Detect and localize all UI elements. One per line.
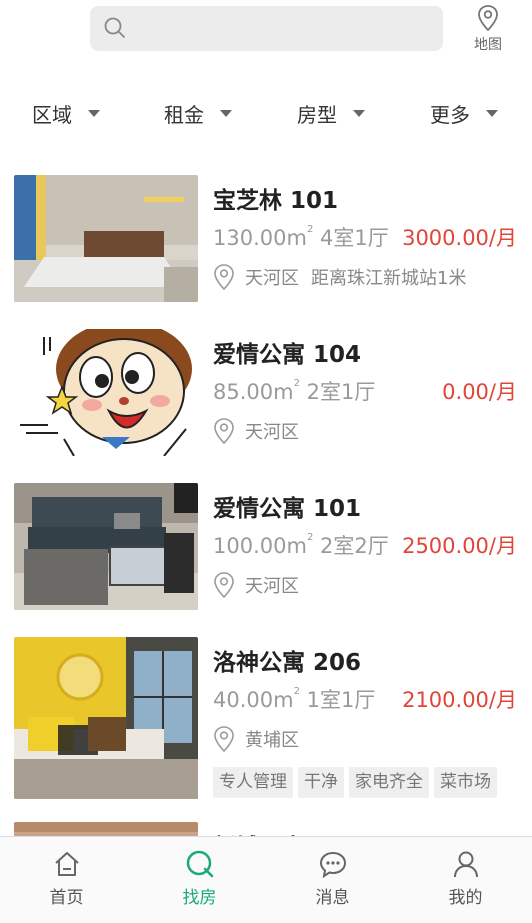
listing-photo	[14, 483, 198, 610]
filter-more[interactable]: 更多	[430, 92, 498, 134]
home-icon	[54, 852, 79, 876]
listing-layout: 2室2厅	[320, 534, 389, 558]
listing-district: 天河区	[245, 268, 299, 289]
listing-district: 天河区	[245, 422, 299, 443]
listing-photo	[14, 822, 198, 836]
listing-title: 宝芝林 101	[213, 188, 339, 214]
filter-bar: 区域 租金 房型 更多	[0, 92, 532, 134]
profile-icon	[453, 851, 478, 878]
listing-title: 爱情公寓 101	[213, 496, 362, 522]
search-icon	[104, 17, 125, 38]
listing-spec: 40.00m2 1室1厅	[213, 684, 375, 714]
listing-item[interactable]: 爱情公寓 101 100.00m2 2室2厅 2500.00/月 天河区	[0, 483, 532, 611]
listing-location: 天河区	[213, 417, 299, 445]
chevron-down-icon	[353, 109, 365, 117]
listing-item[interactable]: 新城公寓 209	[0, 822, 532, 836]
listing-photo	[14, 329, 198, 456]
listing-title: 新城公寓 209	[213, 828, 361, 836]
listing-layout: 2室1厅	[306, 380, 376, 404]
filter-room-type[interactable]: 房型	[297, 92, 365, 134]
listing-title: 爱情公寓 104	[213, 342, 362, 368]
map-pin-icon	[478, 5, 498, 32]
map-button[interactable]: 地图	[466, 4, 510, 60]
listing-photo	[14, 637, 198, 799]
nav-label: 找房	[182, 888, 217, 908]
filter-label: 区域	[32, 102, 72, 127]
nav-profile[interactable]: 我的	[399, 837, 532, 923]
chevron-down-icon	[486, 109, 498, 117]
filter-label: 租金	[164, 102, 204, 127]
listing-item[interactable]: 宝芝林 101 130.00m2 4室1厅 3000.00/月 天河区 距离珠江…	[0, 175, 532, 303]
chevron-down-icon	[88, 109, 100, 117]
location-pin-icon	[214, 264, 234, 291]
listing-tags: 专人管理 干净 家电齐全 菜市场	[213, 767, 502, 798]
chevron-down-icon	[220, 109, 232, 117]
listing-item[interactable]: 爱情公寓 104 85.00m2 2室1厅 0.00/月 天河区	[0, 329, 532, 457]
listing-spec: 100.00m2 2室2厅	[213, 530, 389, 560]
message-icon	[319, 851, 346, 879]
filter-rent[interactable]: 租金	[164, 92, 232, 134]
nav-home[interactable]: 首页	[0, 837, 133, 923]
search-input[interactable]	[90, 6, 443, 51]
tag: 家电齐全	[349, 767, 429, 798]
listing-district: 天河区	[245, 576, 299, 597]
nav-label: 消息	[315, 888, 350, 908]
location-pin-icon	[214, 572, 234, 599]
listing-layout: 4室1厅	[320, 226, 389, 250]
listing-area: 40.00m2	[213, 686, 300, 712]
listing-price: 3000.00/月	[402, 226, 517, 250]
listing-location: 天河区 距离珠江新城站1米	[213, 263, 466, 291]
listing-price: 2500.00/月	[402, 534, 517, 558]
listing-spec: 85.00m2 2室1厅	[213, 376, 375, 406]
listing-area: 100.00m2	[213, 532, 314, 558]
listing-location: 天河区	[213, 571, 299, 599]
top-bar: 地图	[0, 0, 532, 70]
filter-label: 更多	[430, 102, 470, 127]
location-pin-icon	[214, 726, 234, 753]
tag: 干净	[298, 767, 344, 798]
listing-layout: 1室1厅	[306, 688, 376, 712]
nav-messages[interactable]: 消息	[266, 837, 399, 923]
listing-location: 黄埔区	[213, 725, 299, 753]
listing-photo	[14, 175, 198, 302]
nav-find-house[interactable]: 找房	[133, 837, 266, 923]
tag: 专人管理	[213, 767, 293, 798]
bottom-nav: 首页 找房 消息 我的	[0, 836, 532, 923]
listing-price: 2100.00/月	[402, 688, 517, 712]
listing-area: 130.00m2	[213, 224, 314, 250]
listing-distance: 距离珠江新城站1米	[311, 268, 467, 289]
listing-item[interactable]: 洛神公寓 206 40.00m2 1室1厅 2100.00/月 黄埔区 专人管理…	[0, 637, 532, 802]
listing-district: 黄埔区	[245, 730, 299, 751]
listing-area: 85.00m2	[213, 378, 300, 404]
filter-label: 房型	[297, 102, 337, 127]
listing-spec: 130.00m2 4室1厅	[213, 222, 389, 252]
find-house-icon	[186, 850, 213, 878]
nav-label: 首页	[49, 888, 84, 908]
listing-title: 洛神公寓 206	[213, 650, 362, 676]
tag: 菜市场	[434, 767, 497, 798]
location-pin-icon	[214, 418, 234, 445]
listing-price: 0.00/月	[442, 380, 517, 404]
map-label: 地图	[474, 37, 502, 53]
filter-region[interactable]: 区域	[32, 92, 100, 134]
nav-label: 我的	[448, 888, 483, 908]
